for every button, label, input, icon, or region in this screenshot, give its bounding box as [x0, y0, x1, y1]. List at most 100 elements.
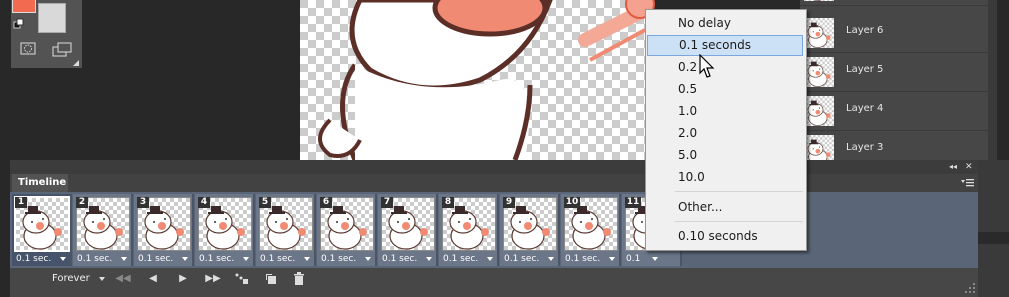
chevron-down-icon [652, 257, 658, 261]
foreground-color-swatch[interactable] [12, 0, 36, 13]
animation-frame[interactable]: 5 0.1 sec. [256, 194, 316, 266]
menu-item-0-1-seconds[interactable]: 0.1 seconds [647, 35, 803, 56]
menu-item-other[interactable]: Other... [647, 197, 803, 218]
chevron-down-icon [426, 257, 432, 261]
layer-thumbnail [804, 95, 834, 127]
animation-frame[interactable]: 4 0.1 sec. [195, 194, 255, 266]
dock-divider [978, 232, 1009, 244]
layer-name: Layer 5 [846, 64, 884, 75]
frame-number: 8 [442, 197, 454, 208]
chevron-down-icon [487, 257, 493, 261]
animation-frame[interactable]: 2 0.1 sec. [73, 194, 133, 266]
menu-item-no-delay[interactable]: No delay [647, 13, 803, 34]
animation-frame[interactable]: 7 0.1 sec. [378, 194, 438, 266]
play-button[interactable]: ▶ [173, 272, 193, 286]
tween-icon[interactable] [235, 273, 249, 285]
menu-item-0-2[interactable]: 0.2 [647, 57, 803, 78]
frame-delay-label: 0.1 sec. [138, 254, 174, 264]
animation-frame[interactable]: 9 0.1 sec. [500, 194, 560, 266]
chevron-down-icon [60, 257, 66, 261]
frames-strip: 1 0.1 sec. 2 0.1 sec. 3 0.1 sec. 4 0.1 sec. 5 0.1… [10, 192, 978, 268]
animation-frame[interactable]: 10 0.1 sec. [561, 194, 621, 266]
menu-separator [675, 191, 803, 192]
loop-value: Forever [52, 273, 90, 284]
frame-number: 1 [15, 197, 27, 208]
frame-delay-label: 0.1 sec. [199, 254, 235, 264]
frame-delay-selector[interactable]: 0.1 sec. [14, 253, 68, 265]
menu-item-2-0[interactable]: 2.0 [647, 123, 803, 144]
layer-row[interactable] [800, 0, 988, 6]
chevron-down-icon [365, 257, 371, 261]
frame-number: 3 [137, 197, 149, 208]
right-dock [978, 160, 1009, 297]
panel-menu-icon[interactable] [961, 177, 975, 189]
frame-delay-label: 0.1 sec. [260, 254, 296, 264]
frame-delay-selector[interactable]: 0.1 sec. [136, 253, 190, 265]
chevron-down-icon [609, 257, 615, 261]
frame-delay-label: 0.1 sec. [77, 254, 113, 264]
chevron-down-icon [99, 277, 105, 281]
frame-delay-selector[interactable]: 0.1 sec. [563, 253, 617, 265]
trash-icon[interactable] [294, 272, 304, 285]
animation-frame[interactable]: 8 0.1 sec. [439, 194, 499, 266]
screen-mode-icon[interactable] [52, 42, 74, 57]
chevron-down-icon [182, 257, 188, 261]
timeline-panel: ◂◂ ✕ Timeline 1 0.1 sec. 2 0.1 sec. 3 0.1 sec… [10, 160, 978, 297]
frame-number: 5 [259, 197, 271, 208]
frame-delay-selector[interactable]: 0.1 sec. [258, 253, 312, 265]
frame-number: 2 [76, 197, 88, 208]
default-colors-icon[interactable] [13, 17, 27, 31]
frame-delay-label: 0.1 sec. [565, 254, 601, 264]
layer-row[interactable]: Layer 4 [800, 92, 988, 131]
menu-item-5-0[interactable]: 5.0 [647, 145, 803, 166]
frame-delay-label: 0.1 sec. [321, 254, 357, 264]
timeline-tab-row [10, 174, 978, 192]
frame-delay-selector[interactable]: 0.1 sec. [441, 253, 495, 265]
timeline-title-bar[interactable] [10, 160, 978, 174]
frame-delay-selector[interactable]: 0.1 sec. [319, 253, 373, 265]
frame-delay-selector[interactable]: 0.1 sec. [75, 253, 129, 265]
layer-name: Layer 6 [846, 25, 884, 36]
frame-delay-label: 0.1 sec. [16, 254, 52, 264]
layer-thumbnail [804, 0, 834, 2]
frame-delay-label: 0.1 sec. [504, 254, 540, 264]
animation-frame[interactable]: 6 0.1 sec. [317, 194, 377, 266]
frame-delay-selector[interactable]: 0.1 sec. [380, 253, 434, 265]
frame-delay-selector[interactable]: 0.1 sec. [197, 253, 251, 265]
frame-delay-label: 0.1 [626, 254, 641, 264]
animation-frame[interactable]: 3 0.1 sec. [134, 194, 194, 266]
animation-frame[interactable]: 1 0.1 sec. [12, 194, 72, 266]
previous-frame-button[interactable]: ◀ [143, 272, 163, 286]
frame-number: 10 [564, 197, 580, 208]
first-frame-button[interactable]: ◀◀ [113, 272, 133, 286]
tab-timeline[interactable]: Timeline [12, 174, 68, 192]
menu-separator [675, 221, 803, 222]
tools-corner-icon [73, 60, 79, 66]
frame-delay-selector[interactable]: 0.1 sec. [502, 253, 556, 265]
layer-row[interactable]: Layer 6 [800, 14, 988, 53]
layer-name: Layer 4 [846, 103, 884, 114]
frame-number: 7 [381, 197, 393, 208]
frame-number: 4 [198, 197, 210, 208]
frame-delay-label: 0.1 sec. [443, 254, 479, 264]
menu-item-1-0[interactable]: 1.0 [647, 101, 803, 122]
frame-delay-selector[interactable]: 0.1 [624, 253, 678, 265]
menu-item-current-delay[interactable]: 0.10 seconds [647, 226, 803, 247]
layers-panel: Layer 6 Layer 5 Layer 4 Layer 3 [800, 0, 997, 170]
layer-thumbnail [804, 17, 834, 49]
frame-number: 11 [625, 197, 641, 208]
layer-row[interactable]: Layer 5 [800, 53, 988, 92]
menu-item-10-0[interactable]: 10.0 [647, 167, 803, 188]
layer-name: Layer 3 [846, 142, 884, 153]
duplicate-frame-icon[interactable] [265, 273, 277, 285]
quick-mask-icon[interactable] [20, 42, 36, 55]
close-panel-icon[interactable]: ✕ [965, 162, 975, 172]
layer-thumbnail [804, 56, 834, 88]
next-frame-button[interactable]: ▶▶ [203, 272, 223, 286]
resize-grip-icon[interactable] [962, 280, 976, 294]
frame-number: 6 [320, 197, 332, 208]
collapse-panel-icon[interactable]: ◂◂ [949, 163, 961, 171]
mouse-pointer-icon [699, 54, 715, 78]
background-color-swatch[interactable] [38, 3, 66, 33]
menu-item-0-5[interactable]: 0.5 [647, 79, 803, 100]
